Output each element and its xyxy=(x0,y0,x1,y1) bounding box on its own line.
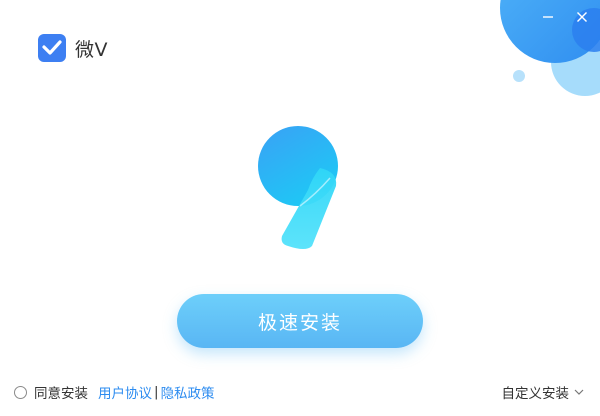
privacy-policy-link[interactable]: 隐私政策 xyxy=(161,382,215,402)
chevron-down-icon xyxy=(574,389,584,395)
minimize-button[interactable] xyxy=(537,6,559,28)
agree-label[interactable]: 同意安装 xyxy=(34,382,88,402)
quick-install-button[interactable]: 极速安装 xyxy=(177,294,423,348)
custom-install-button[interactable]: 自定义安装 xyxy=(502,382,585,402)
app-logo: 微V xyxy=(38,34,108,62)
close-icon xyxy=(577,12,587,22)
agreement-row: 同意安装 用户协议 | 隐私政策 xyxy=(14,382,215,402)
link-separator: | xyxy=(154,384,159,400)
agree-radio[interactable] xyxy=(14,385,27,399)
installer-window: 微V 极速安装 同意安装 用户协议 | 隐私政策 自定义安装 xyxy=(0,0,600,416)
minimize-icon xyxy=(543,16,553,18)
user-agreement-link[interactable]: 用户协议 xyxy=(98,382,152,402)
custom-install-label: 自定义安装 xyxy=(501,386,570,402)
close-button[interactable] xyxy=(571,6,593,28)
checkmark-logo-icon xyxy=(38,34,66,62)
version-nine-graphic xyxy=(258,126,338,249)
app-name: 微V xyxy=(75,38,108,61)
